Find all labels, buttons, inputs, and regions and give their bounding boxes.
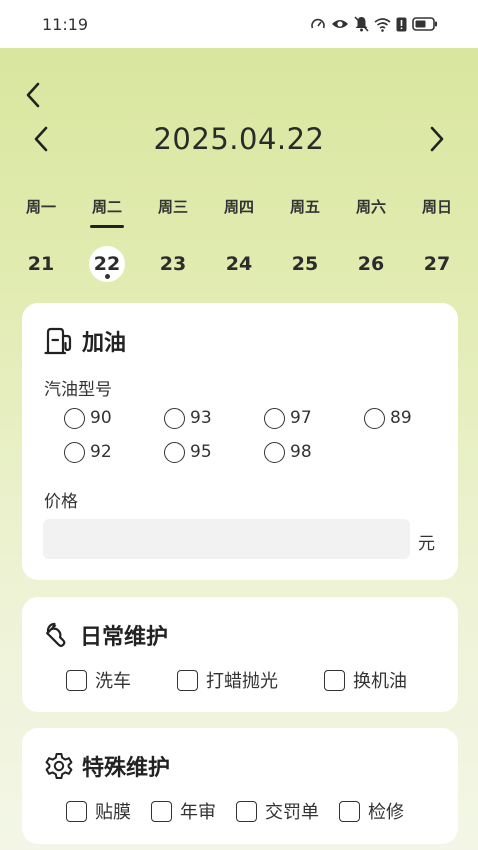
speedometer-icon (311, 18, 325, 29)
daily-card-header: 日常维护 (44, 619, 168, 651)
status-icons (310, 16, 438, 32)
fuel-option-label: 93 (190, 408, 212, 428)
selected-date-bubble: 22 (89, 246, 125, 282)
date-cell-selected[interactable]: 22 (74, 244, 140, 284)
date-navigator: 2025.04.22 (0, 116, 478, 162)
fuel-option-label: 98 (290, 442, 312, 462)
fuel-type-options: 90 93 97 89 92 95 98 (64, 407, 464, 463)
daily-maintenance-card: 日常维护 洗车 打蜡抛光 换机油 (22, 597, 458, 712)
daily-option-oil-change[interactable]: 换机油 (324, 667, 407, 693)
weekday-mon[interactable]: 周一 (8, 196, 74, 228)
eye-icon (332, 20, 348, 28)
fuel-option-97[interactable]: 97 (264, 407, 364, 429)
special-card-header: 特殊维护 (44, 750, 170, 782)
price-unit: 元 (418, 534, 435, 554)
daily-option-label: 换机油 (353, 671, 407, 692)
radio-circle (64, 407, 85, 429)
fuel-option-label: 97 (290, 408, 312, 428)
fuel-option-89[interactable]: 89 (364, 407, 464, 429)
weekday-tue[interactable]: 周二 (74, 196, 140, 228)
fuel-card-title: 加油 (82, 331, 127, 356)
price-label: 价格 (44, 492, 78, 512)
checkbox (151, 800, 172, 822)
fuel-type-label: 汽油型号 (44, 380, 112, 400)
date-cell[interactable]: 25 (272, 244, 338, 284)
weekday-wed[interactable]: 周三 (140, 196, 206, 228)
fuel-option-label: 92 (90, 442, 112, 462)
special-option-label: 年审 (180, 802, 216, 823)
special-option-label: 检修 (368, 802, 404, 823)
daily-option-label: 打蜡抛光 (206, 671, 278, 692)
daily-option-car-wash[interactable]: 洗车 (66, 667, 131, 693)
next-date-button[interactable] (424, 124, 450, 154)
fuel-option-93[interactable]: 93 (164, 407, 264, 429)
special-option-repair[interactable]: 检修 (339, 798, 404, 824)
special-option-label: 贴膜 (95, 802, 131, 823)
sim-alert-icon (396, 17, 407, 31)
daily-options: 洗车 打蜡抛光 换机油 (66, 667, 407, 693)
daily-card-title: 日常维护 (80, 625, 169, 650)
fuel-option-label: 90 (90, 408, 112, 428)
special-option-film[interactable]: 贴膜 (66, 798, 131, 824)
wifi-icon (374, 17, 391, 32)
chevron-left-icon (34, 126, 48, 152)
checkbox (324, 669, 345, 691)
special-options: 贴膜 年审 交罚单 检修 (66, 798, 404, 824)
fuel-option-90[interactable]: 90 (64, 407, 164, 429)
weekday-fri[interactable]: 周五 (272, 196, 338, 228)
week-dates: 21 22 23 24 25 26 27 (8, 244, 470, 284)
radio-circle (64, 441, 85, 463)
bell-off-icon (354, 16, 369, 32)
checkbox (66, 669, 87, 691)
date-cell[interactable]: 26 (338, 244, 404, 284)
checkbox (177, 669, 198, 691)
special-maintenance-card: 特殊维护 贴膜 年审 交罚单 检修 (22, 728, 458, 844)
back-button[interactable] (22, 80, 44, 110)
checkbox (236, 800, 257, 822)
date-cell[interactable]: 27 (404, 244, 470, 284)
radio-circle (164, 441, 185, 463)
radio-circle (264, 407, 285, 429)
date-cell[interactable]: 23 (140, 244, 206, 284)
current-date-title: 2025.04.22 (153, 122, 325, 156)
date-cell[interactable]: 24 (206, 244, 272, 284)
daily-option-wax-polish[interactable]: 打蜡抛光 (177, 667, 278, 693)
special-option-fine[interactable]: 交罚单 (236, 798, 319, 824)
status-bar: 11:19 (0, 0, 478, 48)
weekday-sat[interactable]: 周六 (338, 196, 404, 228)
status-time: 11:19 (42, 14, 89, 34)
chevron-left-icon (26, 82, 40, 108)
daily-option-label: 洗车 (95, 671, 131, 692)
special-card-title: 特殊维护 (82, 756, 171, 781)
fuel-option-label: 89 (390, 408, 412, 428)
fuel-option-label: 95 (190, 442, 212, 462)
gear-icon (45, 753, 73, 779)
fuel-option-92[interactable]: 92 (64, 441, 164, 463)
date-cell[interactable]: 21 (8, 244, 74, 284)
wrench-icon (46, 622, 66, 647)
checkbox (66, 800, 87, 822)
battery-icon (412, 17, 437, 31)
previous-date-button[interactable] (28, 124, 54, 154)
fuel-option-98[interactable]: 98 (264, 441, 364, 463)
price-input[interactable] (43, 519, 410, 559)
chevron-right-icon (430, 126, 444, 152)
event-dot (104, 274, 110, 279)
special-option-annual-inspection[interactable]: 年审 (151, 798, 216, 824)
fuel-pump-icon (44, 327, 72, 355)
radio-circle (164, 407, 185, 429)
fuel-card: 加油 汽油型号 90 93 97 89 92 95 98 价格 元 (22, 303, 458, 580)
checkbox (339, 800, 360, 822)
fuel-option-95[interactable]: 95 (164, 441, 264, 463)
week-day-header: 周一 周二 周三 周四 周五 周六 周日 (8, 196, 470, 228)
fuel-card-header: 加油 (44, 325, 126, 357)
date-number: 22 (93, 253, 121, 275)
radio-circle (364, 407, 385, 429)
radio-circle (264, 441, 285, 463)
special-option-label: 交罚单 (265, 802, 319, 823)
weekday-thu[interactable]: 周四 (206, 196, 272, 228)
weekday-sun[interactable]: 周日 (404, 196, 470, 228)
